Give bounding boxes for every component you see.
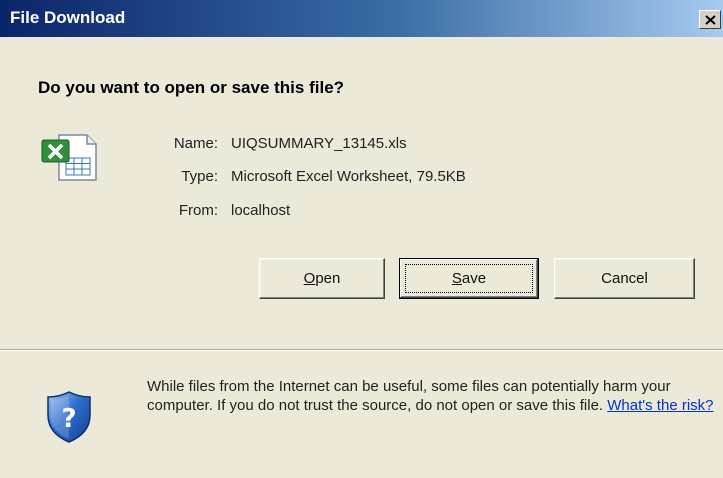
security-warning: While files from the Internet can be use…: [147, 377, 721, 415]
open-button[interactable]: Open: [259, 258, 385, 299]
from-label: From:: [178, 202, 218, 219]
save-button[interactable]: Save: [399, 258, 539, 299]
cancel-button[interactable]: Cancel: [554, 258, 695, 299]
dialog-question: Do you want to open or save this file?: [38, 78, 345, 97]
save-label: ave: [461, 269, 487, 287]
title-bar[interactable]: File Download: [0, 0, 723, 37]
file-source-value: localhost: [231, 202, 291, 219]
svg-text:?: ?: [61, 404, 76, 434]
whats-the-risk-link[interactable]: What's the risk?: [607, 397, 713, 414]
open-mnemonic: O: [303, 269, 316, 287]
file-type-value: Microsoft Excel Worksheet, 79.5KB: [231, 168, 466, 185]
file-download-dialog: File Download Do you want to open or sav…: [0, 0, 723, 478]
divider: [0, 349, 723, 351]
excel-file-icon: [41, 134, 97, 181]
name-label: Name:: [173, 135, 218, 152]
close-button[interactable]: [699, 10, 721, 29]
save-mnemonic: S: [451, 269, 462, 287]
dialog-body: Do you want to open or save this file? N…: [0, 37, 723, 478]
open-label: pen: [315, 269, 341, 287]
file-name-value: UIQSUMMARY_13145.xls: [231, 135, 407, 152]
window-title: File Download: [10, 8, 126, 27]
type-label: Type:: [181, 168, 218, 185]
close-icon: [705, 15, 716, 25]
warning-message: While files from the Internet can be use…: [147, 378, 671, 414]
shield-question-icon: ?: [47, 391, 91, 443]
